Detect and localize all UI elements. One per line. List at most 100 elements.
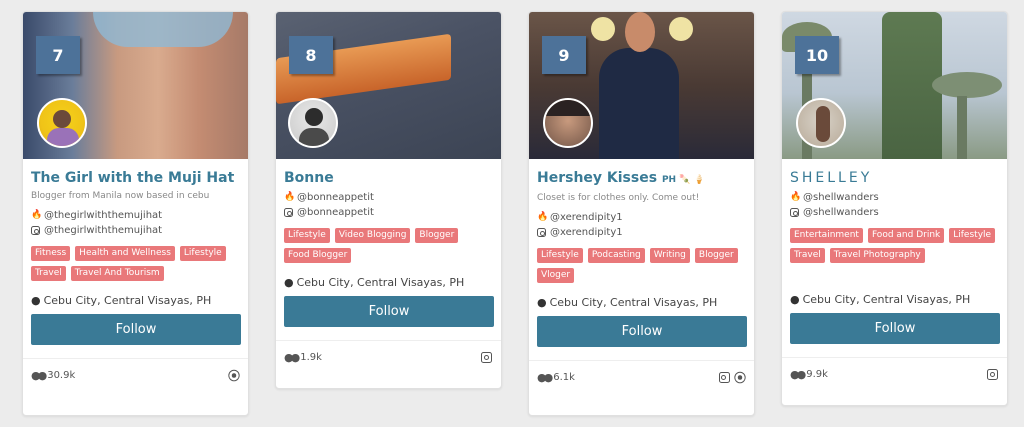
category-tag[interactable]: Lifestyle [949, 228, 996, 243]
followers-value: 9.9k [806, 369, 828, 380]
influencer-name[interactable]: SHELLEY [790, 169, 999, 187]
category-tag[interactable]: Travel [790, 248, 825, 263]
card-footer: ●● 1.9k [276, 340, 501, 374]
influencer-name-text: Hershey Kisses [537, 170, 658, 186]
cover-image[interactable]: 7 [23, 12, 248, 159]
name-suffix: PH 🍡 🍦 [661, 175, 705, 185]
category-tag[interactable]: Food and Drink [867, 228, 945, 243]
avatar[interactable] [543, 98, 593, 148]
follow-button[interactable]: Follow [537, 316, 747, 347]
category-tag[interactable]: Fitness [31, 246, 71, 261]
influencer-card-9: 9 Hershey Kisses PH 🍡 🍦 Closet is for cl… [528, 11, 755, 416]
influencer-card-10: 10 SHELLEY 🔥 @shellwanders @shellwanders… [781, 11, 1008, 406]
location: ● Cebu City, Central Visayas, PH [537, 296, 746, 309]
influencer-name[interactable]: Bonne [284, 169, 493, 187]
card-footer: ●● 9.9k [782, 357, 1007, 391]
instagram-icon[interactable] [718, 372, 730, 383]
rss-icon[interactable]: ⦿ [228, 367, 240, 384]
users-icon: ●● [31, 369, 47, 382]
fire-icon: 🔥 [537, 212, 549, 222]
avatar[interactable] [796, 98, 846, 148]
instagram-icon [284, 208, 293, 217]
category-tag[interactable]: Podcasting [587, 248, 645, 263]
primary-handle-text: @bonneappetit [297, 192, 374, 203]
category-tag[interactable]: Blogger [694, 248, 738, 263]
category-tags: Fitness Health and Wellness Lifestyle Tr… [31, 246, 240, 281]
instagram-handle[interactable]: @shellwanders [790, 205, 999, 220]
instagram-icon [31, 226, 40, 235]
location: ● Cebu City, Central Visayas, PH [284, 276, 493, 289]
influencer-card-8: 8 Bonne 🔥 @bonneappetit @bonneappetit Li… [275, 11, 502, 389]
followers-value: 30.9k [47, 370, 76, 381]
rank-badge: 8 [289, 36, 333, 74]
instagram-handle-text: @xerendipity1 [550, 227, 623, 238]
map-pin-icon: ● [31, 294, 41, 307]
cover-image[interactable]: 10 [782, 12, 1007, 159]
category-tags: Lifestyle Podcasting Writing Blogger Vlo… [537, 248, 746, 283]
rss-icon[interactable]: ⦿ [734, 369, 746, 386]
followers-value: 6.1k [553, 372, 575, 383]
category-tag[interactable]: Lifestyle [537, 248, 583, 263]
category-tag[interactable]: Food Blogger [284, 248, 352, 263]
avatar[interactable] [37, 98, 87, 148]
location-text: Cebu City, Central Visayas, PH [549, 296, 718, 309]
category-tag[interactable]: Writing [649, 248, 690, 263]
category-tag[interactable]: Travel And Tourism [70, 266, 164, 281]
category-tag[interactable]: Vloger [537, 268, 575, 283]
map-pin-icon: ● [790, 293, 800, 306]
cover-image[interactable]: 9 [529, 12, 754, 159]
followers-value: 1.9k [300, 352, 322, 363]
category-tag[interactable]: Lifestyle [284, 228, 330, 243]
location: ● Cebu City, Central Visayas, PH [31, 294, 240, 307]
influencer-bio: Closet is for clothes only. Come out! [537, 193, 700, 203]
instagram-handle[interactable]: @xerendipity1 [537, 225, 746, 240]
rank-badge: 9 [542, 36, 586, 74]
instagram-handle[interactable]: @thegirlwiththemujihat [31, 223, 240, 238]
follow-button[interactable]: Follow [790, 313, 1000, 344]
map-pin-icon: ● [537, 296, 547, 309]
instagram-handle-text: @bonneappetit [297, 207, 374, 218]
category-tag[interactable]: Blogger [415, 228, 459, 243]
category-tag[interactable]: Travel Photography [829, 248, 925, 263]
followers-count: ●● 9.9k [790, 368, 828, 381]
followers-count: ●● 6.1k [537, 371, 575, 384]
primary-handle[interactable]: 🔥 @thegirlwiththemujihat [31, 208, 240, 223]
influencer-card-7: 7 The Girl with the Muji Hat Blogger fro… [22, 11, 249, 416]
followers-count: ●● 30.9k [31, 369, 75, 382]
follow-button[interactable]: Follow [31, 314, 241, 345]
influencer-name[interactable]: The Girl with the Muji Hat [31, 169, 240, 187]
instagram-handle-text: @shellwanders [803, 207, 879, 218]
primary-handle[interactable]: 🔥 @xerendipity1 [537, 210, 746, 225]
users-icon: ●● [790, 368, 806, 381]
fire-icon: 🔥 [790, 192, 802, 202]
follow-button[interactable]: Follow [284, 296, 494, 327]
instagram-icon[interactable] [987, 369, 998, 380]
cover-image[interactable]: 8 [276, 12, 501, 159]
instagram-handle-text: @thegirlwiththemujihat [44, 225, 163, 236]
category-tag[interactable]: Video Blogging [334, 228, 411, 243]
primary-handle[interactable]: 🔥 @bonneappetit [284, 190, 493, 205]
users-icon: ●● [537, 371, 553, 384]
category-tags: Entertainment Food and Drink Lifestyle T… [790, 228, 999, 263]
primary-handle-text: @xerendipity1 [550, 212, 623, 223]
category-tag[interactable]: Entertainment [790, 228, 863, 243]
instagram-icon [537, 228, 546, 237]
instagram-icon[interactable] [481, 352, 492, 363]
card-footer: ●● 30.9k ⦿ [23, 358, 248, 392]
card-footer: ●● 6.1k ⦿ [529, 360, 754, 394]
influencer-bio: Blogger from Manila now based in cebu [31, 191, 210, 201]
users-icon: ●● [284, 351, 300, 364]
category-tag[interactable]: Health and Wellness [75, 246, 175, 261]
category-tag[interactable]: Travel [31, 266, 66, 281]
influencer-name[interactable]: Hershey Kisses PH 🍡 🍦 [537, 169, 746, 189]
instagram-handle[interactable]: @bonneappetit [284, 205, 493, 220]
category-tags: Lifestyle Video Blogging Blogger Food Bl… [284, 228, 493, 263]
location-text: Cebu City, Central Visayas, PH [802, 293, 971, 306]
fire-icon: 🔥 [31, 210, 43, 220]
category-tag[interactable]: Lifestyle [179, 246, 226, 261]
rank-badge: 10 [795, 36, 839, 74]
avatar[interactable] [288, 98, 338, 148]
primary-handle[interactable]: 🔥 @shellwanders [790, 190, 999, 205]
primary-handle-text: @shellwanders [803, 192, 879, 203]
location-text: Cebu City, Central Visayas, PH [296, 276, 465, 289]
